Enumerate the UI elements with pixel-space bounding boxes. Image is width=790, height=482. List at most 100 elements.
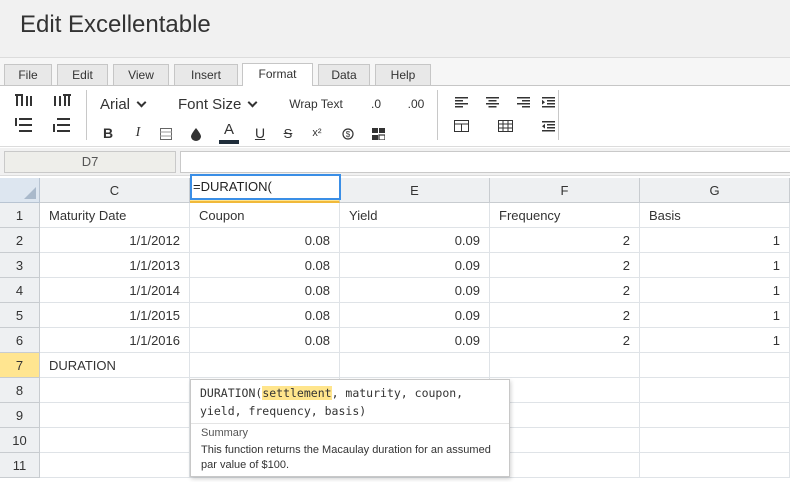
table-grid-icon[interactable] [496,118,514,134]
cell-g1[interactable]: Basis [640,203,790,228]
cell-e7[interactable] [340,353,490,378]
cell-g2[interactable]: 1 [640,228,790,253]
tab-insert[interactable]: Insert [174,64,238,85]
tab-edit[interactable]: Edit [57,64,108,85]
currency-format-icon[interactable]: $ [340,126,356,142]
formula-input[interactable] [180,151,790,173]
column-header-e[interactable]: E [340,178,490,203]
bold-button[interactable]: B [100,124,116,142]
cell-f1[interactable]: Frequency [490,203,640,228]
cell-f11[interactable] [490,453,640,478]
superscript-button[interactable]: x² [308,124,326,142]
conditional-format-icon[interactable] [370,126,386,142]
cell-c5[interactable]: 1/1/2015 [40,303,190,328]
column-header-g[interactable]: G [640,178,790,203]
row-header-1[interactable]: 1 [0,203,40,228]
cell-editor-d7[interactable]: =DURATION( [190,174,341,200]
cell-d2[interactable]: 0.08 [190,228,340,253]
indent-icon[interactable] [539,94,557,110]
cell-c8[interactable] [40,378,190,403]
tab-data[interactable]: Data [318,64,370,85]
cell-g11[interactable] [640,453,790,478]
cell-e5[interactable]: 0.09 [340,303,490,328]
cell-g5[interactable]: 1 [640,303,790,328]
wrap-text-button[interactable]: Wrap Text [284,94,348,114]
font-name-dropdown[interactable]: Arial [100,94,162,114]
cell-e3[interactable]: 0.09 [340,253,490,278]
cell-c9[interactable] [40,403,190,428]
align-center-icon[interactable] [483,94,501,110]
cell-f3[interactable]: 2 [490,253,640,278]
cell-f10[interactable] [490,428,640,453]
cell-g10[interactable] [640,428,790,453]
cell-c11[interactable] [40,453,190,478]
row-header-8[interactable]: 8 [0,378,40,403]
insert-row-icon[interactable] [14,116,34,134]
increase-decimal-button[interactable]: .00 [402,94,430,114]
font-color-button[interactable]: A [218,120,240,146]
row-header-6[interactable]: 6 [0,328,40,353]
cell-d6[interactable]: 0.08 [190,328,340,353]
cell-c10[interactable] [40,428,190,453]
cell-g9[interactable] [640,403,790,428]
row-header-3[interactable]: 3 [0,253,40,278]
cell-f4[interactable]: 2 [490,278,640,303]
cell-g4[interactable]: 1 [640,278,790,303]
toolbar-divider [437,90,438,140]
column-header-c[interactable]: C [40,178,190,203]
fill-color-icon[interactable] [188,126,204,142]
cell-c7[interactable]: DURATION [40,353,190,378]
cell-c4[interactable]: 1/1/2014 [40,278,190,303]
cell-d4[interactable]: 0.08 [190,278,340,303]
cell-c6[interactable]: 1/1/2016 [40,328,190,353]
cell-c2[interactable]: 1/1/2012 [40,228,190,253]
outdent-icon[interactable] [539,118,557,134]
merge-cells-icon[interactable] [452,118,470,134]
underline-button[interactable]: U [252,124,268,142]
insert-row-above-icon[interactable] [14,92,34,110]
decrease-decimal-button[interactable]: .0 [366,94,386,114]
cell-e6[interactable]: 0.09 [340,328,490,353]
italic-button[interactable]: I [130,124,146,142]
cell-g7[interactable] [640,353,790,378]
row-header-2[interactable]: 2 [0,228,40,253]
row-header-7[interactable]: 7 [0,353,40,378]
row-header-11[interactable]: 11 [0,453,40,478]
cell-e2[interactable]: 0.09 [340,228,490,253]
row-header-5[interactable]: 5 [0,303,40,328]
cell-c3[interactable]: 1/1/2013 [40,253,190,278]
align-left-icon[interactable] [452,94,470,110]
row-header-9[interactable]: 9 [0,403,40,428]
strikethrough-button[interactable]: S [280,124,296,142]
cell-d1[interactable]: Coupon [190,203,340,228]
cell-f5[interactable]: 2 [490,303,640,328]
insert-column-icon[interactable] [52,92,72,110]
cell-d5[interactable]: 0.08 [190,303,340,328]
cell-e1[interactable]: Yield [340,203,490,228]
row-header-4[interactable]: 4 [0,278,40,303]
font-size-dropdown[interactable]: Font Size [178,94,270,114]
cell-f7[interactable] [490,353,640,378]
select-all-corner[interactable] [0,178,40,203]
tab-help[interactable]: Help [375,64,431,85]
cell-border-icon[interactable] [158,126,174,142]
cell-d7[interactable] [190,353,340,378]
align-right-icon[interactable] [514,94,532,110]
tab-format[interactable]: Format [242,63,313,86]
cell-d3[interactable]: 0.08 [190,253,340,278]
tab-file[interactable]: File [4,64,52,85]
cell-e4[interactable]: 0.09 [340,278,490,303]
column-header-f[interactable]: F [490,178,640,203]
cell-f9[interactable] [490,403,640,428]
cell-reference-box[interactable]: D7 [4,151,176,173]
cell-f8[interactable] [490,378,640,403]
cell-g3[interactable]: 1 [640,253,790,278]
cell-f6[interactable]: 2 [490,328,640,353]
cell-f2[interactable]: 2 [490,228,640,253]
cell-g8[interactable] [640,378,790,403]
insert-row-below-icon[interactable] [52,116,72,134]
cell-c1[interactable]: Maturity Date [40,203,190,228]
cell-g6[interactable]: 1 [640,328,790,353]
tab-view[interactable]: View [113,64,169,85]
row-header-10[interactable]: 10 [0,428,40,453]
